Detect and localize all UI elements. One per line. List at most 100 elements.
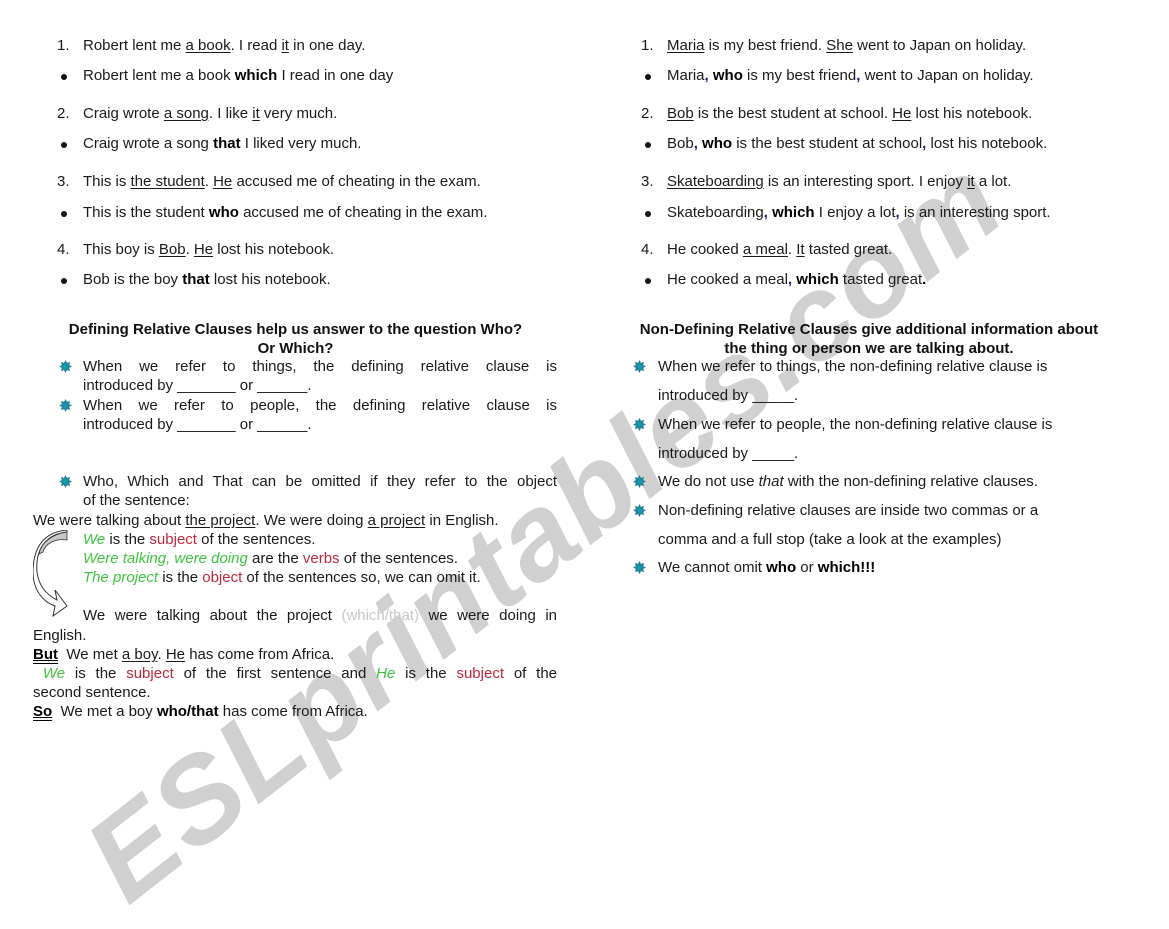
- example-number: 3.: [57, 173, 70, 190]
- example-number: 1.: [641, 37, 654, 54]
- example-number: 2.: [641, 105, 654, 122]
- text-run: Non-defining relative clauses are inside…: [658, 502, 1039, 519]
- red-term: subject: [126, 665, 174, 682]
- example-text: Skateboarding, which I enjoy a lot, is a…: [667, 204, 1051, 221]
- rule-text: introduced by _______ or ______.: [83, 416, 312, 433]
- underlined-word: a song: [163, 105, 209, 122]
- text-run: He cooked: [667, 241, 743, 258]
- underlined-word: it: [281, 37, 289, 54]
- text-run: of the sentences so, we can omit it.: [242, 569, 481, 586]
- rule-item: of the sentence:: [83, 491, 557, 510]
- text-run: is the: [105, 531, 150, 548]
- heading-line: Or Which?: [257, 340, 334, 357]
- bullet-dot-icon: [61, 74, 67, 80]
- rule-item-continuation: comma and a full stop (take a look at th…: [658, 531, 1002, 548]
- example-text: Bob, who is the best student at school, …: [667, 135, 1047, 152]
- text-run: of the first sentence and: [173, 665, 377, 682]
- bullet-dot-icon: [61, 278, 67, 284]
- text-run: We do not use: [658, 473, 759, 490]
- text-run: We met: [58, 646, 122, 663]
- example-text: Maria, who is my best friend, went to Ja…: [667, 67, 1034, 84]
- teal-star-bullet-icon: [633, 504, 646, 517]
- red-term: object: [202, 569, 243, 586]
- example-text: This is the student. He accused me of ch…: [83, 173, 481, 190]
- text-run: has come from Africa.: [218, 703, 368, 720]
- text-run: has come from Africa.: [185, 646, 335, 663]
- text-run: We were talking about: [33, 512, 186, 529]
- text-run: of the sentences.: [339, 550, 458, 567]
- example-text: Robert lent me a book which I read in on…: [83, 67, 393, 84]
- italic-word: that: [758, 473, 784, 490]
- underlined-word: Maria: [667, 37, 705, 54]
- underlined-word: it: [967, 173, 975, 190]
- heading-line: Non-Defining Relative Clauses give addit…: [639, 321, 1099, 338]
- text-run: with the non-defining relative clauses.: [783, 473, 1038, 490]
- text-run: of the: [504, 665, 558, 682]
- underlined-word: a project: [367, 512, 426, 529]
- text-run: We cannot omit: [658, 559, 767, 576]
- so-label: So: [33, 703, 53, 720]
- example-number: 3.: [641, 173, 654, 190]
- so-sentence: We met a boy who/that has come from Afri…: [52, 703, 368, 720]
- text-run: He cooked a meal: [667, 271, 788, 288]
- example-number: 1.: [57, 37, 70, 54]
- green-term: Were talking, were doing: [83, 550, 248, 567]
- curved-arrow-icon: [33, 530, 68, 618]
- text-run: of the sentences.: [196, 531, 316, 548]
- rule-item: When we refer to people, the defining re…: [83, 396, 557, 415]
- example-text: Bob is the best student at school. He lo…: [667, 105, 1032, 122]
- bullet-dot-icon: [61, 211, 67, 217]
- teal-star-bullet-icon: [59, 360, 72, 373]
- text-run: .: [787, 241, 797, 258]
- text-run: accused me of cheating in the exam.: [238, 204, 488, 221]
- text-run: . We were doing: [255, 512, 368, 529]
- rule-text: introduced by _______ or ______.: [83, 377, 312, 394]
- combined-sentence: We were talking about the project (which…: [83, 606, 557, 625]
- green-term: We: [33, 665, 66, 682]
- text-run: accused me of cheating in the exam.: [232, 173, 481, 190]
- teal-star-bullet-icon: [633, 475, 646, 488]
- text-run: Bob: [667, 135, 694, 152]
- rule-item: We cannot omit who or which!!!: [658, 558, 875, 577]
- text-run: tasted great: [838, 271, 923, 288]
- text-run: very much.: [259, 105, 338, 122]
- rule-text: of the sentence:: [83, 492, 190, 509]
- underlined-word: He: [213, 173, 233, 190]
- text-run: are the: [247, 550, 303, 567]
- rule-item-continuation: introduced by _____.: [658, 445, 799, 462]
- text-run: is an interesting sport. I enjoy: [763, 173, 968, 190]
- text-run: I liked very much.: [240, 135, 362, 152]
- bold-word: that: [213, 135, 241, 152]
- underlined-word: it: [252, 105, 260, 122]
- bullet-dot-icon: [645, 278, 651, 284]
- underlined-word: Bob: [667, 105, 694, 122]
- text-run: When we refer to people, the non-definin…: [658, 416, 1053, 433]
- underlined-word: Bob: [158, 241, 186, 258]
- underlined-word: Skateboarding: [667, 173, 764, 190]
- text-run: or: [796, 559, 818, 576]
- text-run: We met a boy: [52, 703, 157, 720]
- example-sentence: We were talking about the project. We we…: [33, 511, 499, 530]
- bullet-dot-icon: [645, 74, 651, 80]
- text-run: in one day.: [288, 37, 366, 54]
- rule-item-continuation: introduced by _____.: [658, 387, 799, 404]
- rule-text: Who, Which and That can be omitted if th…: [83, 473, 557, 490]
- text-run: Skateboarding: [667, 204, 764, 221]
- underlined-word: He: [165, 646, 186, 663]
- text-run: . I read: [230, 37, 282, 54]
- rule-item: When we refer to things, the non-definin…: [658, 357, 1047, 376]
- example-text: This is the student who accused me of ch…: [83, 204, 487, 221]
- rule-item: When we refer to things, the defining re…: [83, 357, 557, 376]
- rule-item: introduced by _______ or ______.: [83, 376, 557, 395]
- defining-heading: Defining Relative Clauses help us answer…: [33, 320, 558, 358]
- red-term: subject: [149, 531, 197, 548]
- text-run: .: [157, 646, 166, 663]
- rule-item: Non-defining relative clauses are inside…: [658, 501, 1038, 520]
- text-run: This is: [83, 173, 131, 190]
- text-run: tasted great.: [804, 241, 893, 258]
- example-text: Bob is the boy that lost his notebook.: [83, 271, 331, 288]
- bold-word: who/that: [156, 703, 219, 720]
- text-run: Bob is the boy: [83, 271, 183, 288]
- red-term: subject: [456, 665, 504, 682]
- red-term: verbs: [302, 550, 340, 567]
